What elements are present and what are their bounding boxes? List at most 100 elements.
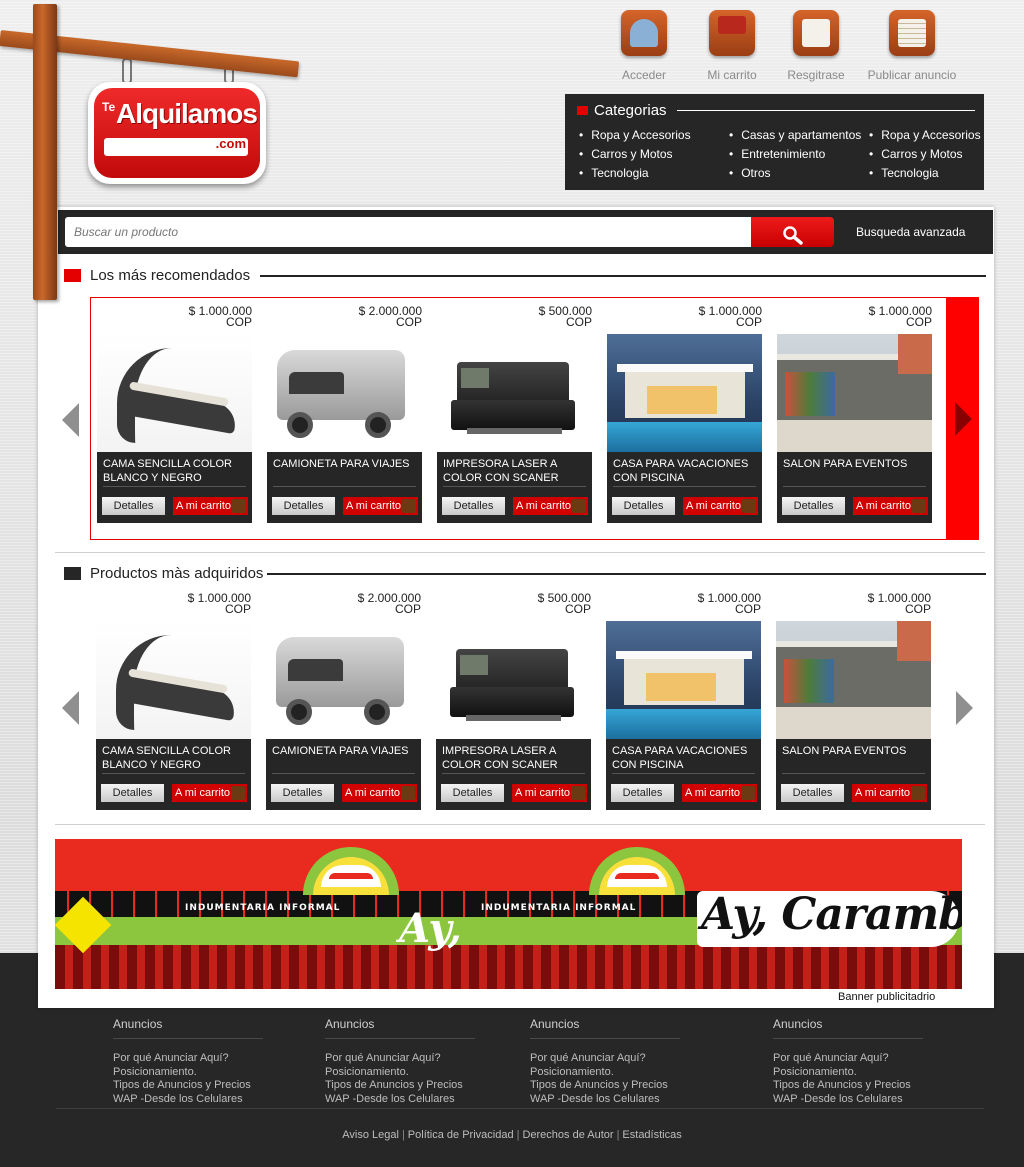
product-image[interactable] <box>776 621 931 739</box>
search-bar: Busqueda avanzada <box>58 210 993 254</box>
add-to-cart-button[interactable]: A mi carrito <box>853 497 928 515</box>
legal-link[interactable]: Estadísticas <box>622 1129 681 1141</box>
details-button[interactable]: Detalles <box>101 784 164 802</box>
categories-column: Ropa y Accesorios Carros y Motos Tecnolo… <box>579 126 691 183</box>
cart-icon <box>742 499 756 513</box>
details-button[interactable]: Detalles <box>781 784 844 802</box>
site-logo[interactable]: Te Alquilamos .com <box>88 82 266 184</box>
product-image[interactable] <box>436 621 591 739</box>
footer-link[interactable]: Por qué Anunciar Aquí? <box>773 1052 923 1066</box>
section-title: Productos màs adquiridos <box>90 565 264 582</box>
add-to-cart-button[interactable]: A mi carrito <box>173 497 248 515</box>
footer-link[interactable]: Posicionamiento. <box>325 1066 475 1080</box>
category-link[interactable]: Ropa y Accesorios <box>579 126 690 145</box>
footer-link[interactable]: Tipos de Anuncios y Precios <box>325 1079 475 1093</box>
category-link[interactable]: Carros y Motos <box>579 145 691 164</box>
footer-link[interactable]: Por qué Anunciar Aquí? <box>325 1052 475 1066</box>
footer-link[interactable]: WAP -Desde los Celulares <box>325 1093 475 1107</box>
product-image[interactable] <box>606 621 761 739</box>
price-currency: COP <box>904 602 931 616</box>
product-image[interactable] <box>96 621 251 739</box>
footer-link[interactable]: Por qué Anunciar Aquí? <box>113 1052 263 1066</box>
legal-link[interactable]: Aviso Legal <box>342 1129 399 1141</box>
acquired-carousel: $ 1.000.000 COP CAMA SENCILLA COLOR BLANCO… <box>90 585 979 828</box>
footer-link[interactable]: Tipos de Anuncios y Precios <box>530 1079 680 1093</box>
carousel-prev-arrow-icon[interactable] <box>62 691 79 725</box>
footer-link[interactable]: Posicionamiento. <box>113 1066 263 1080</box>
legal-link[interactable]: Derechos de Autor <box>522 1129 613 1141</box>
product-price: $ 2.000.000 COP <box>358 592 421 615</box>
nav-registrarse[interactable]: Resgitrase <box>766 6 866 82</box>
category-link[interactable]: Otros <box>729 164 861 183</box>
search-input[interactable] <box>65 217 751 247</box>
footer-link[interactable]: Posicionamiento. <box>530 1066 680 1080</box>
banner-brand: Ay, Caramba <box>701 889 962 940</box>
legal-link[interactable]: Política de Privacidad <box>408 1129 514 1141</box>
user-icon <box>621 10 667 56</box>
top-nav: Acceder Mi carrito Resgitrase Publicar a… <box>600 6 980 86</box>
cart-icon <box>709 10 755 56</box>
advanced-search-link[interactable]: Busqueda avanzada <box>856 225 965 239</box>
category-link[interactable]: Entretenimiento <box>729 145 861 164</box>
carousel-prev-arrow-icon[interactable] <box>62 403 79 437</box>
cart-icon <box>572 499 586 513</box>
banner-tagline: INDUMENTARIA INFORMAL <box>481 903 637 913</box>
category-link[interactable]: Tecnologia <box>579 164 691 183</box>
product-image[interactable] <box>777 334 932 452</box>
divider <box>102 773 245 774</box>
add-to-cart-button[interactable]: A mi carrito <box>852 784 927 802</box>
footer-link[interactable]: Por qué Anunciar Aquí? <box>530 1052 680 1066</box>
category-link[interactable]: Tecnologia <box>869 164 981 183</box>
add-to-cart-button[interactable]: A mi carrito <box>683 497 758 515</box>
add-to-cart-button[interactable]: A mi carrito <box>343 497 418 515</box>
add-to-cart-button[interactable]: A mi carrito <box>682 784 757 802</box>
add-to-cart-button[interactable]: A mi carrito <box>513 497 588 515</box>
details-button[interactable]: Detalles <box>441 784 504 802</box>
footer-link[interactable]: Tipos de Anuncios y Precios <box>773 1079 923 1093</box>
details-button[interactable]: Detalles <box>271 784 334 802</box>
product-image[interactable] <box>97 334 252 452</box>
details-button[interactable]: Detalles <box>612 497 675 515</box>
logo-prefix: Te <box>102 100 116 114</box>
product-card: $ 1.000.000 COP CASA PARA VACACIONES CON P… <box>606 585 761 810</box>
add-to-cart-button[interactable]: A mi carrito <box>172 784 247 802</box>
product-info: CAMA SENCILLA COLOR BLANCO Y NEGRO Detall… <box>97 452 252 523</box>
add-to-cart-label: A mi carrito <box>855 787 911 799</box>
details-button[interactable]: Detalles <box>272 497 335 515</box>
product-price: $ 1.000.000 COP <box>699 305 762 328</box>
carousel-next-arrow-icon[interactable] <box>956 691 973 725</box>
product-image[interactable] <box>607 334 762 452</box>
category-link[interactable]: Carros y Motos <box>869 145 981 164</box>
details-button[interactable]: Detalles <box>102 497 165 515</box>
add-to-cart-button[interactable]: A mi carrito <box>512 784 587 802</box>
price-currency: COP <box>905 315 932 329</box>
search-button[interactable] <box>751 217 834 247</box>
footer-heading: Anuncios <box>530 1017 680 1039</box>
category-link[interactable]: Ropa y Accesorios <box>869 126 980 145</box>
details-button[interactable]: Detalles <box>442 497 505 515</box>
details-button[interactable]: Detalles <box>611 784 674 802</box>
details-button[interactable]: Detalles <box>782 497 845 515</box>
product-image[interactable] <box>267 334 422 452</box>
product-name: CASA PARA VACACIONES CON PISCINA <box>612 745 748 771</box>
footer-heading: Anuncios <box>325 1017 475 1039</box>
footer-link[interactable]: WAP -Desde los Celulares <box>530 1093 680 1107</box>
product-image[interactable] <box>437 334 592 452</box>
nav-acceder[interactable]: Acceder <box>594 6 694 82</box>
search-icon <box>782 225 803 245</box>
footer-link[interactable]: WAP -Desde los Celulares <box>773 1093 923 1107</box>
footer-link[interactable]: WAP -Desde los Celulares <box>113 1093 263 1107</box>
carousel-next-arrow-icon[interactable] <box>955 402 972 436</box>
footer-link[interactable]: Posicionamiento. <box>773 1066 923 1080</box>
nav-label: Acceder <box>621 68 667 82</box>
add-to-cart-button[interactable]: A mi carrito <box>342 784 417 802</box>
ad-banner[interactable]: INDUMENTARIA INFORMAL INDUMENTARIA INFOR… <box>55 839 962 989</box>
cart-icon <box>912 499 926 513</box>
divider <box>103 486 246 487</box>
category-link[interactable]: Casas y apartamentos <box>729 126 861 145</box>
product-image[interactable] <box>266 621 421 739</box>
logo-main: Alquilamos <box>116 98 258 129</box>
footer-column: Anuncios Por qué Anunciar Aquí? Posicion… <box>113 1017 263 1106</box>
footer-link[interactable]: Tipos de Anuncios y Precios <box>113 1079 263 1093</box>
nav-publicar-anuncio[interactable]: Publicar anuncio <box>862 6 962 82</box>
